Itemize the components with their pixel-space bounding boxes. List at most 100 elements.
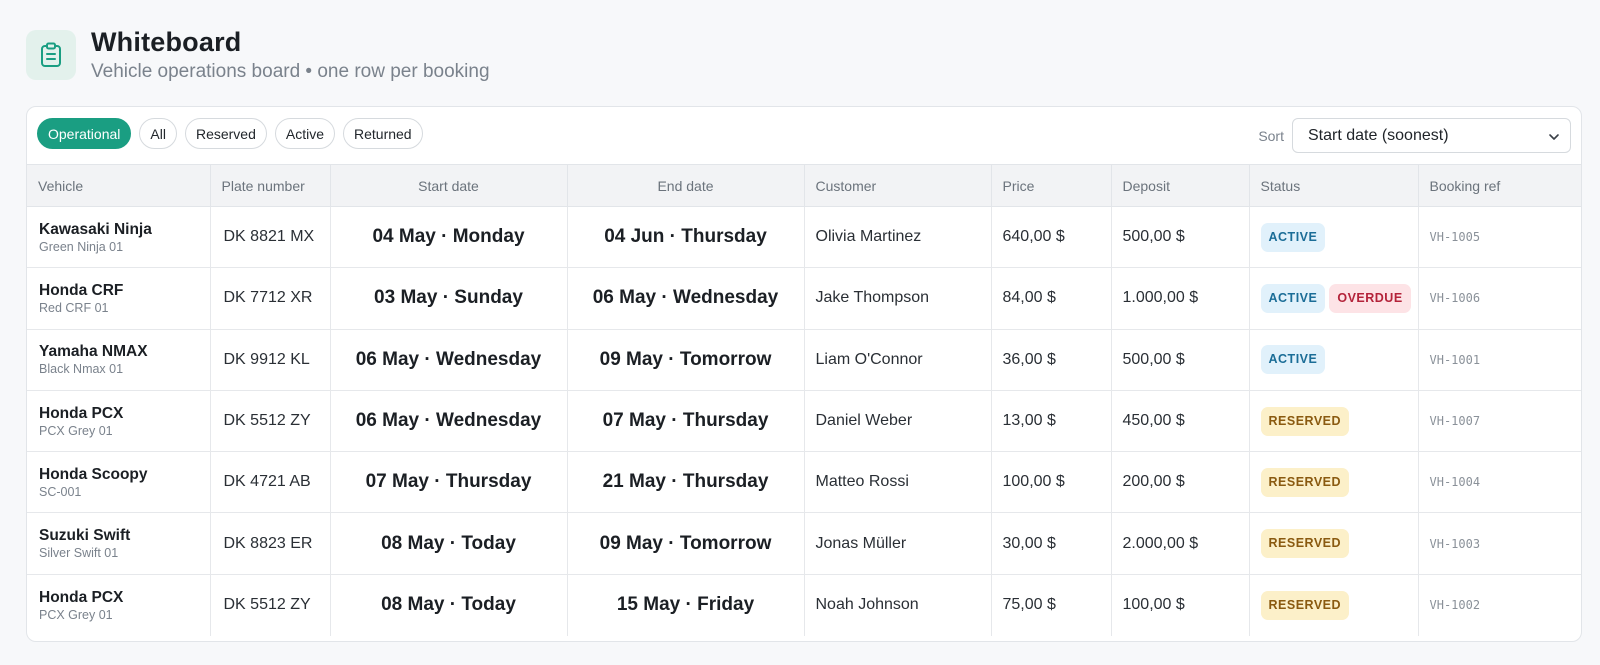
column-header-plate[interactable]: Plate number (210, 164, 331, 207)
deposit-cell: 1.000,00 $ (1111, 267, 1250, 330)
table-row[interactable]: Yamaha NMAX Black Nmax 01 DK 9912 KL 06 May… (27, 329, 1581, 391)
vehicle-cell: Suzuki Swift Silver Swift 01 (27, 512, 211, 575)
end-date-cell: 06 May · Wednesday (567, 267, 805, 330)
page-title: Whiteboard (91, 27, 242, 57)
table-header-row: Vehicle Plate number Start date End date… (27, 164, 1581, 207)
status-cell: RESERVED (1249, 390, 1419, 453)
booking-ref-cell: VH-1002 (1429, 598, 1481, 613)
booking-ref-cell: VH-1006 (1418, 267, 1581, 330)
vehicle-subtitle: Black Nmax 01 (39, 362, 124, 377)
booking-ref-cell: VH-1001 (1418, 329, 1581, 391)
customer-cell: Noah Johnson (804, 574, 992, 636)
table-row[interactable]: Honda CRF Red CRF 01 DK 7712 XR 03 May · Su… (27, 267, 1581, 330)
status-cell: RESERVED (1249, 451, 1419, 514)
table-row[interactable]: Honda PCX PCX Grey 01 DK 5512 ZY 06 May · W… (27, 390, 1581, 453)
status-cell: ACTIVE (1249, 329, 1419, 391)
end-date-cell: 15 May · Friday (567, 574, 805, 636)
column-header-booking-ref[interactable]: Booking ref (1418, 164, 1581, 207)
start-date-cell: 06 May · Wednesday (330, 390, 568, 453)
status-badge-active: ACTIVE (1260, 345, 1326, 375)
deposit-cell: 200,00 $ (1111, 451, 1250, 514)
status-badge-overdue: OVERDUE (1329, 283, 1411, 313)
page-subtitle: Vehicle operations board • one row per b… (91, 61, 490, 82)
end-date-cell: 09 May · Tomorrow (567, 512, 805, 575)
start-date-cell: 06 May · Wednesday (330, 329, 568, 391)
filter-chips: Operational All Reserved Active Returned (37, 118, 423, 149)
vehicle-subtitle: Silver Swift 01 (39, 546, 119, 561)
price-cell: 84,00 $ (991, 267, 1112, 330)
plate-cell: DK 4721 AB (210, 451, 331, 514)
customer-cell: Jake Thompson (804, 267, 992, 330)
table-row[interactable]: Honda PCX PCX Grey 01 DK 5512 ZY 08 May · T… (27, 574, 1581, 636)
end-date-cell: 07 May · Thursday (567, 390, 805, 453)
bookings-card: Operational All Reserved Active Returned Sor… (26, 106, 1582, 642)
status-badge-reserved: RESERVED (1260, 467, 1350, 497)
price-cell: 36,00 $ (991, 329, 1112, 391)
booking-ref-cell: VH-1004 (1418, 451, 1581, 514)
sort-select[interactable]: Start date (soonest) (1292, 118, 1571, 153)
column-header-end-date[interactable]: End date (567, 164, 805, 207)
sort-label: Sort (1258, 127, 1284, 144)
end-date-cell: 21 May · Thursday (567, 451, 805, 514)
clipboard-icon (26, 30, 76, 80)
table-row[interactable]: Honda Scoopy SC-001 DK 4721 AB 07 May · Thu… (27, 451, 1581, 514)
deposit-cell: 450,00 $ (1111, 390, 1250, 453)
start-date-cell: 07 May · Thursday (330, 451, 568, 514)
plate-cell: DK 7712 XR (210, 267, 331, 330)
vehicle-cell: Kawasaki Ninja Green Ninja 01 (27, 206, 211, 269)
status-cell: ACTIVE OVERDUE (1249, 267, 1419, 330)
vehicle-name: Kawasaki Ninja (39, 220, 152, 238)
column-header-start-date[interactable]: Start date (330, 164, 568, 207)
price-cell: 30,00 $ (991, 512, 1112, 575)
plate-cell: DK 5512 ZY (210, 574, 331, 636)
vehicle-name: Suzuki Swift (39, 527, 131, 545)
column-header-vehicle[interactable]: Vehicle (27, 164, 211, 207)
column-header-deposit[interactable]: Deposit (1111, 164, 1250, 207)
whiteboard-page: Whiteboard Vehicle operations board • on… (0, 0, 1600, 665)
vehicle-subtitle: Red CRF 01 (39, 300, 109, 315)
plate-cell: DK 9912 KL (210, 329, 331, 391)
booking-ref-cell: VH-1005 (1418, 206, 1581, 269)
price-cell: 13,00 $ (991, 390, 1112, 453)
table-row[interactable]: Kawasaki Ninja Green Ninja 01 DK 8821 MX 04… (27, 206, 1581, 269)
deposit-cell: 100,00 $ (1111, 574, 1250, 636)
vehicle-subtitle: Green Ninja 01 (39, 239, 124, 254)
filter-chip-reserved[interactable]: Reserved (184, 118, 267, 149)
status-badge-reserved: RESERVED (1260, 590, 1350, 620)
status-badge-active: ACTIVE (1260, 283, 1326, 313)
filter-chip-active[interactable]: Active (274, 118, 335, 149)
vehicle-cell: Honda CRF Red CRF 01 (27, 267, 211, 330)
deposit-cell: 500,00 $ (1111, 206, 1250, 269)
customer-cell: Daniel Weber (804, 390, 992, 453)
filter-chip-all[interactable]: All (139, 118, 177, 149)
vehicle-cell: Honda Scoopy SC-001 (27, 451, 211, 514)
vehicle-name: Honda PCX (39, 404, 124, 422)
vehicle-name: Honda CRF (39, 281, 124, 299)
toolbar: Operational All Reserved Active Returned Sor… (27, 107, 1581, 165)
table-row[interactable]: Suzuki Swift Silver Swift 01 DK 8823 ER 08 … (27, 512, 1581, 575)
deposit-cell: 500,00 $ (1111, 329, 1250, 391)
sort-control: Sort Start date (soonest) (1258, 118, 1571, 153)
sort-select-value: Start date (soonest) (1308, 126, 1449, 144)
status-badge-active: ACTIVE (1260, 222, 1326, 252)
vehicle-subtitle: PCX Grey 01 (39, 423, 113, 438)
filter-chip-operational[interactable]: Operational (37, 118, 132, 149)
start-date-cell: 08 May · Today (330, 574, 568, 636)
vehicle-cell: Yamaha NMAX Black Nmax 01 (27, 329, 211, 391)
vehicle-name: Honda Scoopy (39, 465, 148, 483)
status-cell: RESERVED (1249, 512, 1419, 575)
column-header-customer[interactable]: Customer (804, 164, 992, 207)
column-header-price[interactable]: Price (991, 164, 1112, 207)
plate-cell: DK 8823 ER (210, 512, 331, 575)
start-date-cell: 04 May · Monday (330, 206, 568, 269)
deposit-cell: 2.000,00 $ (1111, 512, 1250, 575)
booking-ref-cell: VH-1007 (1418, 390, 1581, 453)
plate-cell: DK 5512 ZY (210, 390, 331, 453)
column-header-status[interactable]: Status (1249, 164, 1419, 207)
end-date-cell: 09 May · Tomorrow (567, 329, 805, 391)
filter-chip-returned[interactable]: Returned (343, 118, 423, 149)
table-body: Kawasaki Ninja Green Ninja 01 DK 8821 MX 04… (27, 206, 1581, 636)
vehicle-subtitle: SC-001 (39, 484, 82, 499)
booking-ref-cell: VH-1003 (1418, 512, 1581, 575)
customer-cell: Liam O'Connor (804, 329, 992, 391)
